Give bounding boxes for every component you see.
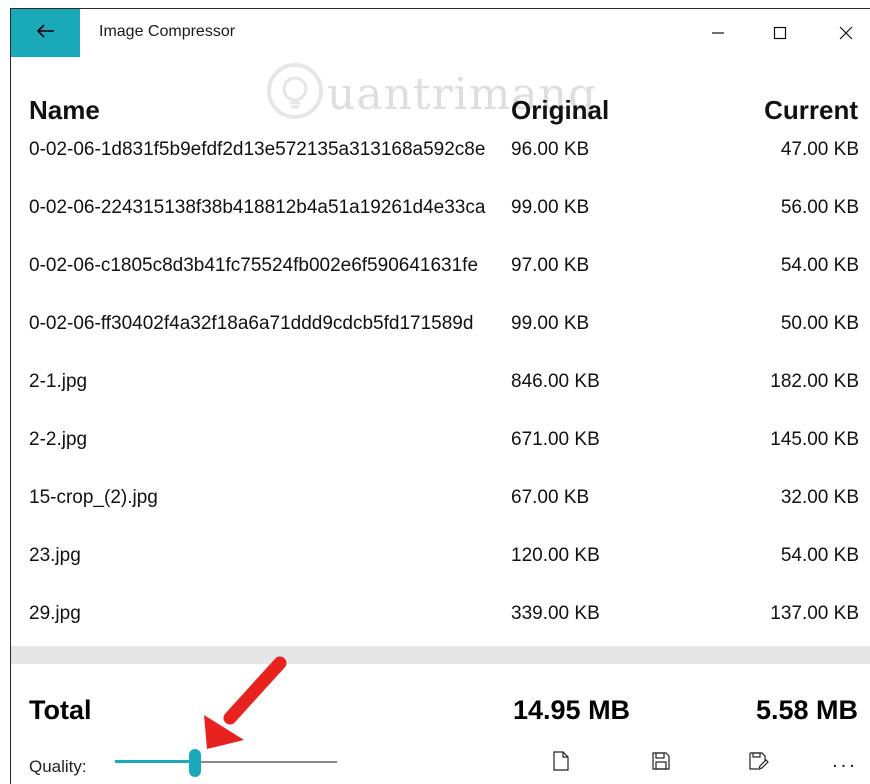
file-name: 0-02-06-c1805c8d3b41fc75524fb002e6f59064… <box>29 255 479 276</box>
file-name: 2-2.jpg <box>29 429 88 450</box>
original-size: 120.00 KB <box>511 545 600 567</box>
file-name: 2-1.jpg <box>29 371 88 392</box>
title-bar: Image Compressor <box>11 9 870 57</box>
new-file-button[interactable] <box>539 739 583 783</box>
original-size: 97.00 KB <box>511 255 590 277</box>
file-name: 23.jpg <box>29 545 81 566</box>
more-options-button[interactable]: ... <box>823 739 867 783</box>
table-row[interactable]: 0-02-06-1d831f5b9efdf2d13e572135a313168a… <box>11 121 870 179</box>
current-size: 32.00 KB <box>780 487 859 508</box>
new-file-icon <box>553 751 569 771</box>
current-size: 56.00 KB <box>780 197 859 218</box>
slider-fill <box>115 760 195 763</box>
file-name: 0-02-06-1d831f5b9efdf2d13e572135a313168a… <box>29 139 486 160</box>
close-icon <box>839 26 853 40</box>
current-size: 47.00 KB <box>780 139 859 160</box>
original-size: 99.00 KB <box>511 197 590 219</box>
original-size: 67.00 KB <box>511 487 590 509</box>
file-name: 0-02-06-ff30402f4a32f18a6a71ddd9cdcb5fd1… <box>29 313 474 334</box>
original-size: 339.00 KB <box>511 603 600 625</box>
close-button[interactable] <box>823 9 869 57</box>
original-size: 671.00 KB <box>511 429 600 451</box>
total-current-size: 5.58 MB <box>755 695 858 725</box>
current-size: 50.00 KB <box>780 313 859 334</box>
slider-thumb[interactable] <box>188 749 201 777</box>
original-size: 96.00 KB <box>511 139 590 161</box>
table-row[interactable]: 2-1.jpg 846.00 KB 182.00 KB <box>11 353 870 411</box>
save-icon <box>652 752 670 770</box>
table-row[interactable]: 15-crop_(2).jpg 67.00 KB 32.00 KB <box>11 469 870 527</box>
app-window: Image Compressor uantrimang Name Origina… <box>10 8 870 784</box>
table-row[interactable]: 23.jpg 120.00 KB 54.00 KB <box>11 527 870 585</box>
current-size: 145.00 KB <box>770 429 859 450</box>
original-size: 99.00 KB <box>511 313 590 335</box>
table-row[interactable]: 0-02-06-224315138f38b418812b4a51a19261d4… <box>11 179 870 237</box>
save-as-icon <box>749 752 769 770</box>
current-size: 182.00 KB <box>770 371 859 392</box>
maximize-button[interactable] <box>757 9 803 57</box>
save-button[interactable] <box>639 739 683 783</box>
minimize-button[interactable] <box>695 9 741 57</box>
save-as-button[interactable] <box>737 739 781 783</box>
back-button[interactable] <box>11 9 80 57</box>
table-row[interactable]: 0-02-06-ff30402f4a32f18a6a71ddd9cdcb5fd1… <box>11 295 870 353</box>
current-size: 54.00 KB <box>780 255 859 276</box>
table-row[interactable]: 0-02-06-c1805c8d3b41fc75524fb002e6f59064… <box>11 237 870 295</box>
back-arrow-icon <box>36 23 55 43</box>
watermark: uantrimang <box>263 59 596 128</box>
app-title: Image Compressor <box>99 23 236 40</box>
minimize-icon <box>712 32 724 34</box>
file-name: 15-crop_(2).jpg <box>29 487 158 508</box>
maximize-icon <box>773 26 787 40</box>
file-name: 0-02-06-224315138f38b418812b4a51a19261d4… <box>29 197 486 218</box>
quality-slider[interactable] <box>115 749 337 777</box>
current-size: 54.00 KB <box>780 545 859 566</box>
quality-label: Quality: <box>29 757 87 776</box>
total-label: Total <box>29 695 92 725</box>
table-row[interactable]: 29.jpg 339.00 KB 137.00 KB <box>11 585 870 643</box>
table-row[interactable]: 2-2.jpg 671.00 KB 145.00 KB <box>11 411 870 469</box>
total-original-size: 14.95 MB <box>513 695 631 725</box>
watermark-logo-icon <box>267 63 323 119</box>
horizontal-scrollbar[interactable] <box>11 646 870 664</box>
current-size: 137.00 KB <box>770 603 859 624</box>
file-name: 29.jpg <box>29 603 81 624</box>
original-size: 846.00 KB <box>511 371 600 393</box>
